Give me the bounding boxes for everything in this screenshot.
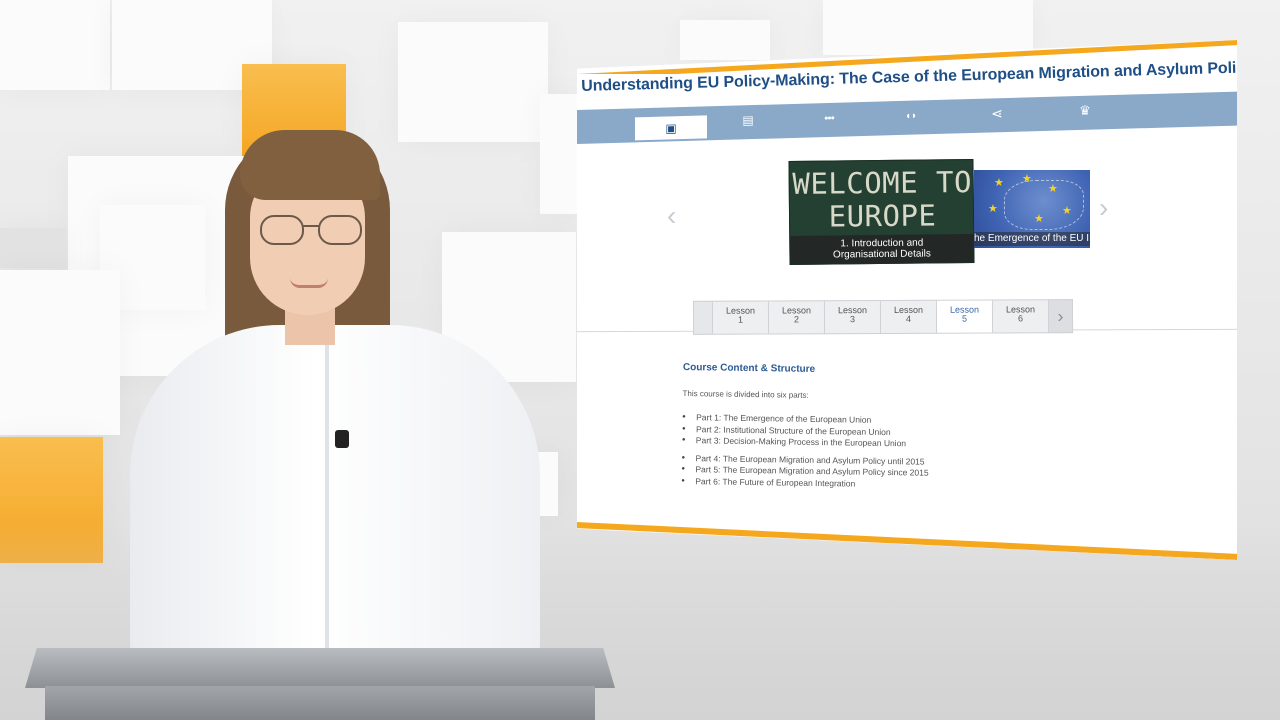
glasses-lens <box>318 215 362 245</box>
eu-star-icon: ★ <box>988 203 998 215</box>
eu-star-icon: ★ <box>1062 205 1072 217</box>
lectern-top <box>25 648 615 688</box>
tab-chat[interactable]: ◖◗ <box>875 103 947 129</box>
course-title: Understanding EU Policy-Making: The Case… <box>581 59 1255 95</box>
caption-line: Organisational Details <box>832 248 931 261</box>
lesson-tab-number: 5 <box>961 313 968 324</box>
lectern-body <box>45 686 595 720</box>
glasses-lens <box>260 215 304 245</box>
lesson-tab-number: 2 <box>793 314 800 325</box>
trophy-icon: ♛ <box>1079 102 1091 118</box>
presenter <box>120 120 550 680</box>
tab-share[interactable]: ⋖ <box>961 100 1033 126</box>
background-tile <box>0 228 66 268</box>
tab-trophy[interactable]: ♛ <box>1049 98 1121 124</box>
slide-caption: he Emergence of the EU I <box>974 232 1090 246</box>
slide-emergence-of-eu[interactable]: ★ ★ ★ ★ ★ ★ he Emergence of the EU I <box>974 170 1090 248</box>
tab-news[interactable]: ▤ <box>712 107 784 133</box>
background-tile <box>823 0 1033 55</box>
course-nav-tabbar: ▣ ▤ ●●● ◖◗ ⋖ ♛ <box>577 91 1237 144</box>
lesson-tab-number: 6 <box>1017 313 1024 324</box>
background-tile <box>0 270 120 435</box>
presenter-hair-top <box>240 130 380 200</box>
slider-prev-arrow-icon[interactable]: ‹ <box>667 202 676 230</box>
lesson-tab-1[interactable]: Lesson 1 <box>712 300 770 335</box>
background-tile <box>680 20 770 60</box>
presenter-mouth <box>290 278 328 288</box>
lesson-tab-2[interactable]: Lesson 2 <box>768 300 826 335</box>
glasses-icon <box>260 215 365 245</box>
lesson-tabs: Lesson 1 Lesson 2 Lesson 3 Lesson 4 Less… <box>692 299 1074 335</box>
lapel-microphone-icon <box>335 430 349 448</box>
slide-chalk-text: WELCOME TO EUROPE <box>792 165 974 234</box>
course-screen: Understanding EU Policy-Making: The Case… <box>577 40 1237 560</box>
slide-caption: 1. Introduction and Organisational Detai… <box>790 234 974 264</box>
tab-video[interactable]: ▣ <box>635 115 707 141</box>
news-icon: ▤ <box>742 113 754 128</box>
group-icon: ●●● <box>824 114 834 122</box>
lesson-tabs-lead <box>692 300 714 335</box>
slide-introduction[interactable]: WELCOME TO EUROPE 1. Introduction and Or… <box>788 159 975 265</box>
lesson-tab-number: 3 <box>849 314 856 325</box>
lesson-tab-3[interactable]: Lesson 3 <box>824 300 882 335</box>
lesson-tab-number: 4 <box>905 313 912 324</box>
course-content: Course Content & Structure This course i… <box>681 362 1203 495</box>
content-heading: Course Content & Structure <box>682 362 816 375</box>
share-icon: ⋖ <box>991 104 1003 121</box>
lesson-tab-6[interactable]: Lesson 6 <box>992 299 1050 334</box>
video-icon: ▣ <box>665 120 677 136</box>
lesson-next-arrow-icon[interactable]: › <box>1048 299 1074 334</box>
slider-next-arrow-icon[interactable]: › <box>1099 194 1108 222</box>
lesson-tab-4[interactable]: Lesson 4 <box>880 299 938 335</box>
eu-star-icon: ★ <box>1022 173 1032 185</box>
chalk-line: EUROPE <box>828 198 937 234</box>
background-tile <box>0 0 110 90</box>
content-intro: This course is divided into six parts: <box>682 388 809 400</box>
eu-star-icon: ★ <box>994 177 1004 189</box>
chalk-line: WELCOME TO <box>792 165 973 201</box>
europe-map-icon <box>1004 180 1084 230</box>
chat-icon: ◖◗ <box>904 110 918 122</box>
presenter-shirt <box>130 325 540 665</box>
shirt-placket <box>325 335 329 655</box>
lesson-tab-number: 1 <box>737 314 744 325</box>
course-parts-list: Part 1: The Emergence of the European Un… <box>681 412 1202 495</box>
tab-group[interactable]: ●●● <box>793 105 865 131</box>
eu-star-icon: ★ <box>1034 213 1044 225</box>
eu-star-icon: ★ <box>1048 183 1058 195</box>
lesson-tab-5[interactable]: Lesson 5 <box>936 299 994 334</box>
